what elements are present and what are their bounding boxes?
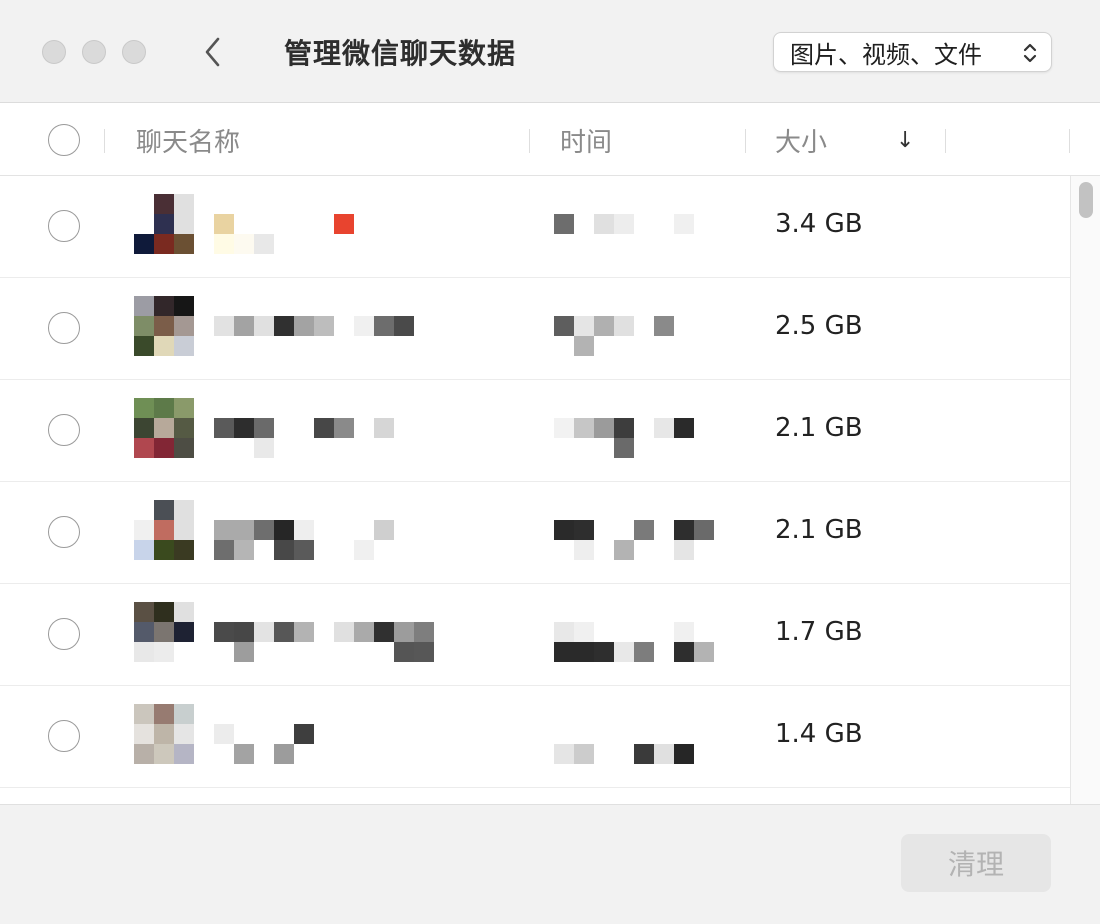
avatar [134,602,194,662]
chat-size: 2.1 GB [775,413,863,443]
column-divider [1069,129,1070,153]
table-row[interactable]: 2.1 GB [0,482,1070,584]
avatar [134,296,194,356]
chat-size: 3.4 GB [775,209,863,239]
title-bar: 管理微信聊天数据 图片、视频、文件 [0,0,1100,103]
select-all-radio[interactable] [48,124,80,156]
manage-wechat-data-window: 管理微信聊天数据 图片、视频、文件 聊天名称 时间 大小 ↓ 3.4 GB 2.5… [0,0,1100,924]
chat-name-redacted [214,724,314,764]
chevron-up-down-icon [1023,43,1037,63]
chat-name-redacted [214,214,354,254]
close-window-button[interactable] [42,40,66,64]
column-header-size[interactable]: 大小 [775,122,827,159]
media-type-select-value: 图片、视频、文件 [790,40,982,69]
avatar [134,194,194,254]
chat-time-redacted [554,214,694,254]
chat-time-redacted [554,622,714,662]
chat-time-redacted [554,520,714,560]
column-divider [529,129,530,153]
table-header: 聊天名称 时间 大小 ↓ [0,104,1100,176]
row-select-radio[interactable] [48,618,80,650]
sort-descending-icon[interactable]: ↓ [896,128,914,153]
chat-time-redacted [554,724,694,764]
row-select-radio[interactable] [48,312,80,344]
scrollbar-thumb[interactable] [1079,182,1093,218]
chat-list: 3.4 GB 2.5 GB 2.1 GB 2.1 GB 1.7 GB 1.4 GB [0,176,1070,804]
table-row[interactable]: 3.4 GB [0,176,1070,278]
row-select-radio[interactable] [48,516,80,548]
media-type-select[interactable]: 图片、视频、文件 [773,32,1052,72]
avatar [134,500,194,560]
row-select-radio[interactable] [48,210,80,242]
table-row[interactable]: 1.7 GB [0,584,1070,686]
minimize-window-button[interactable] [82,40,106,64]
page-title: 管理微信聊天数据 [284,37,517,70]
vertical-scrollbar[interactable] [1070,176,1100,804]
column-divider [104,129,105,153]
avatar [134,704,194,764]
chat-size: 2.1 GB [775,515,863,545]
avatar [134,398,194,458]
row-select-radio[interactable] [48,414,80,446]
row-select-radio[interactable] [48,720,80,752]
back-button[interactable] [196,34,230,70]
chat-time-redacted [554,418,694,458]
column-divider [745,129,746,153]
chat-size: 1.7 GB [775,617,863,647]
chat-size: 1.4 GB [775,719,863,749]
zoom-window-button[interactable] [122,40,146,64]
chevron-left-icon [205,37,220,67]
chat-size: 2.5 GB [775,311,863,341]
chat-name-redacted [214,418,394,458]
chat-name-redacted [214,622,434,662]
table-row[interactable]: 2.1 GB [0,380,1070,482]
footer-bar: 清理 [0,804,1100,924]
column-divider [945,129,946,153]
table-row[interactable]: 1.4 GB [0,686,1070,788]
chat-time-redacted [554,316,674,356]
column-header-time[interactable]: 时间 [560,122,612,159]
clean-button[interactable]: 清理 [901,834,1051,892]
table-row[interactable]: 2.5 GB [0,278,1070,380]
chat-name-redacted [214,520,394,560]
column-header-name[interactable]: 聊天名称 [136,122,240,159]
chat-name-redacted [214,316,414,356]
